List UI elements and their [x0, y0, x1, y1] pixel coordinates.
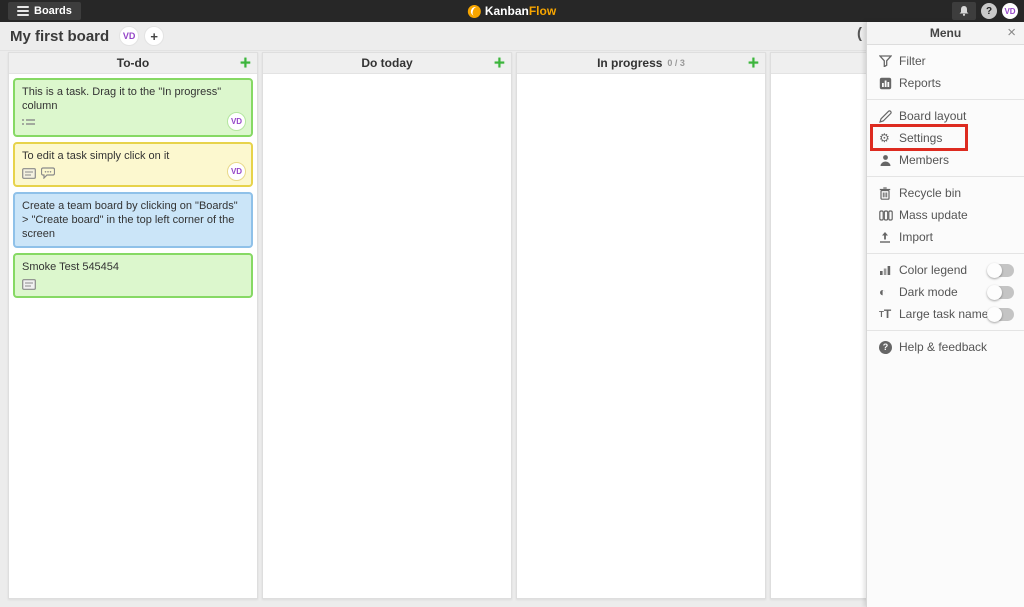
- mass-update-icon: [879, 210, 899, 221]
- large-task-names-toggle[interactable]: [988, 308, 1014, 321]
- menu-item-label: Dark mode: [899, 285, 958, 299]
- close-icon[interactable]: ×: [1007, 24, 1016, 42]
- bell-icon: [958, 5, 970, 17]
- logo-text-flow: Flow: [529, 4, 556, 18]
- menu-panel: Menu × Filter Reports Board layout ⚙ Set…: [866, 22, 1024, 607]
- page-title: My first board: [10, 28, 109, 45]
- notifications-button[interactable]: [952, 2, 976, 20]
- column-title: Do today: [361, 56, 412, 70]
- topbar-right-actions: ? VD: [952, 0, 1018, 22]
- menu-group: ? Help & feedback: [867, 331, 1024, 363]
- column-in-progress: In progress 0 / 3 +: [516, 52, 766, 599]
- menu-item-label: Import: [899, 230, 933, 244]
- task-assignee-avatar[interactable]: VD: [227, 112, 246, 131]
- subtasks-icon: [22, 117, 36, 129]
- help-button[interactable]: ?: [981, 3, 997, 19]
- avatar-initials: VD: [123, 31, 136, 41]
- logo-text-kanban: Kanban: [485, 4, 529, 18]
- description-icon: [22, 279, 36, 290]
- menu-group: Filter Reports: [867, 45, 1024, 100]
- question-mark-icon: ?: [986, 6, 992, 17]
- task-card[interactable]: To edit a task simply click on it VD: [13, 142, 253, 187]
- menu-item-filter[interactable]: Filter: [867, 50, 1024, 72]
- menu-group: Board layout ⚙ Settings Members: [867, 100, 1024, 177]
- task-card-text: This is a task. Drag it to the "In progr…: [22, 85, 244, 113]
- menu-item-label: Help & feedback: [899, 340, 987, 354]
- boards-button-label: Boards: [34, 5, 72, 17]
- wip-limit-counter: 0 / 3: [667, 58, 685, 68]
- menu-item-label: Reports: [899, 76, 941, 90]
- import-icon: [879, 231, 899, 243]
- column-header: Do today +: [263, 53, 511, 74]
- user-avatar[interactable]: VD: [1002, 3, 1018, 19]
- task-card[interactable]: This is a task. Drag it to the "In progr…: [13, 78, 253, 137]
- column-body: This is a task. Drag it to the "In progr…: [9, 74, 257, 598]
- menu-item-help-feedback[interactable]: ? Help & feedback: [867, 336, 1024, 358]
- task-card-text: Smoke Test 545454: [22, 260, 244, 274]
- column-todo: To-do + This is a task. Drag it to the "…: [8, 52, 258, 599]
- menu-item-label: Members: [899, 153, 949, 167]
- gear-icon: ⚙: [879, 131, 899, 145]
- hamburger-icon: [17, 4, 29, 18]
- task-card-text: Create a team board by clicking on "Boar…: [22, 199, 244, 241]
- description-icon: [22, 168, 36, 179]
- column-title: In progress: [597, 56, 662, 70]
- reports-icon: [879, 77, 899, 90]
- menu-item-import[interactable]: Import: [867, 226, 1024, 248]
- add-member-button[interactable]: +: [144, 26, 164, 46]
- column-header: To-do +: [9, 53, 257, 74]
- kanbanflow-logo-icon: [468, 5, 481, 18]
- column-do-today: Do today +: [262, 52, 512, 599]
- pencil-icon: [879, 110, 899, 123]
- menu-group: Color legend ◐ Dark mode TT Large task n…: [867, 254, 1024, 331]
- member-icon: [879, 154, 899, 167]
- menu-item-large-task-names[interactable]: TT Large task names: [867, 303, 1024, 325]
- menu-item-label: Large task names: [899, 307, 994, 321]
- menu-item-mass-update[interactable]: Mass update: [867, 204, 1024, 226]
- help-circle-icon: ?: [879, 341, 892, 354]
- clipped-toolbar-icon: (: [857, 25, 862, 42]
- menu-header: Menu ×: [867, 22, 1024, 45]
- text-size-icon: TT: [879, 307, 899, 321]
- menu-item-board-layout[interactable]: Board layout: [867, 105, 1024, 127]
- avatar-initials: VD: [1004, 7, 1015, 16]
- menu-item-label: Settings: [899, 131, 942, 145]
- comments-icon: [41, 167, 55, 179]
- task-card-text: To edit a task simply click on it: [22, 149, 244, 163]
- menu-item-label: Board layout: [899, 109, 966, 123]
- menu-group: Recycle bin Mass update Import: [867, 177, 1024, 254]
- menu-item-recycle-bin[interactable]: Recycle bin: [867, 182, 1024, 204]
- menu-title: Menu: [930, 26, 961, 40]
- column-body: [263, 74, 511, 598]
- dark-mode-toggle[interactable]: [988, 286, 1014, 299]
- add-task-button[interactable]: +: [748, 53, 759, 74]
- top-bar: Boards KanbanFlow ? VD: [0, 0, 1024, 22]
- color-legend-toggle[interactable]: [988, 264, 1014, 277]
- menu-item-label: Color legend: [899, 263, 967, 277]
- menu-item-settings[interactable]: ⚙ Settings: [867, 127, 1024, 149]
- column-body: [517, 74, 765, 598]
- board-member-avatar[interactable]: VD: [119, 26, 139, 46]
- color-legend-icon: [879, 265, 899, 276]
- menu-item-members[interactable]: Members: [867, 149, 1024, 171]
- menu-item-label: Recycle bin: [899, 186, 961, 200]
- filter-icon: [879, 55, 899, 67]
- task-assignee-avatar[interactable]: VD: [227, 162, 246, 181]
- menu-item-color-legend[interactable]: Color legend: [867, 259, 1024, 281]
- column-header: In progress 0 / 3 +: [517, 53, 765, 74]
- menu-item-dark-mode[interactable]: ◐ Dark mode: [867, 281, 1024, 303]
- dark-mode-icon: ◐: [879, 286, 899, 299]
- menu-item-reports[interactable]: Reports: [867, 72, 1024, 94]
- add-task-button[interactable]: +: [240, 53, 251, 74]
- menu-item-label: Mass update: [899, 208, 968, 222]
- task-card[interactable]: Smoke Test 545454: [13, 253, 253, 298]
- trash-icon: [879, 187, 899, 200]
- menu-item-label: Filter: [899, 54, 926, 68]
- task-card[interactable]: Create a team board by clicking on "Boar…: [13, 192, 253, 248]
- column-title: To-do: [117, 56, 149, 70]
- add-task-button[interactable]: +: [494, 53, 505, 74]
- boards-button[interactable]: Boards: [8, 2, 81, 20]
- kanbanflow-logo: KanbanFlow: [468, 4, 556, 18]
